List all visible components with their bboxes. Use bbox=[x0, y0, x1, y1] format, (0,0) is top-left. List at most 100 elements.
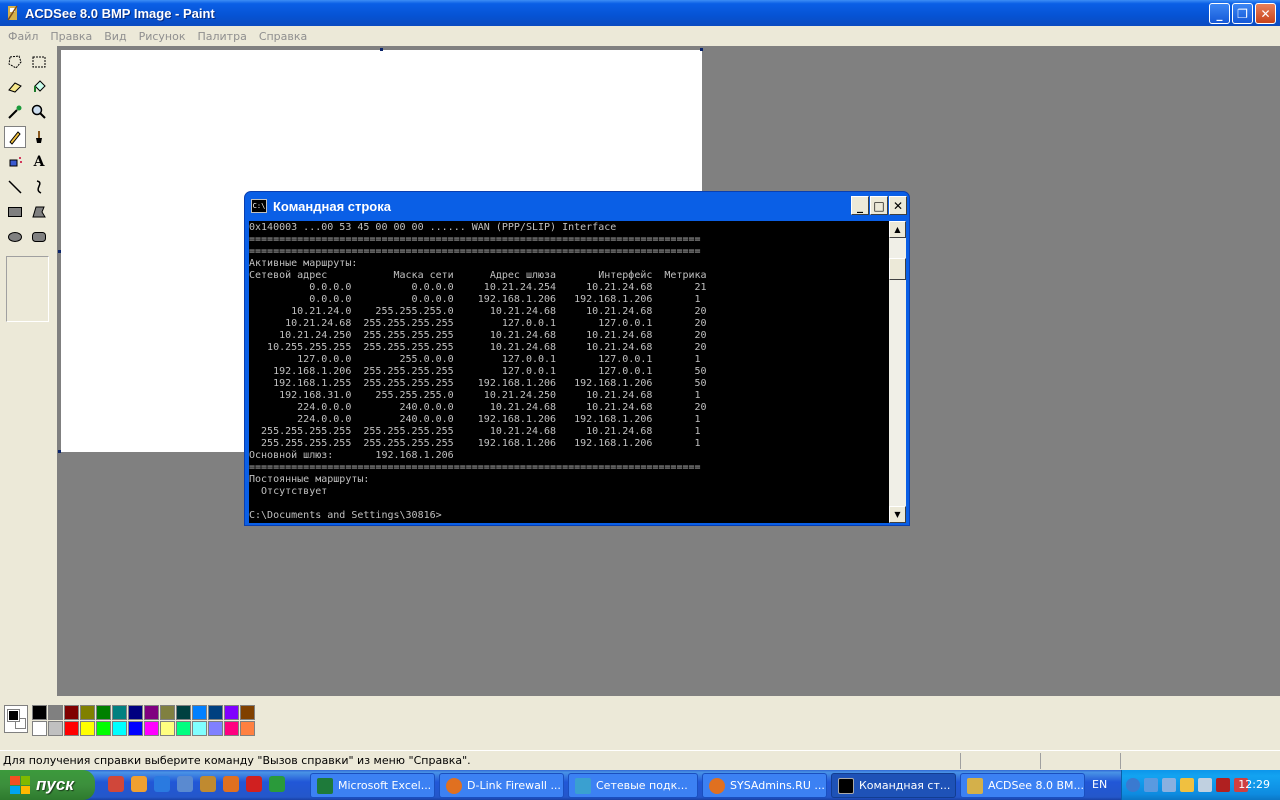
color-swatch[interactable] bbox=[176, 721, 191, 736]
console-output[interactable]: 0x140003 ...00 53 45 00 00 00 ...... WAN… bbox=[249, 221, 889, 523]
rectangle-tool[interactable] bbox=[4, 201, 26, 223]
menu-file[interactable]: Файл bbox=[2, 30, 44, 43]
menu-image[interactable]: Рисунок bbox=[133, 30, 192, 43]
color-swatch[interactable] bbox=[240, 705, 255, 720]
menu-edit[interactable]: Правка bbox=[44, 30, 98, 43]
quicklaunch-ie-icon[interactable] bbox=[154, 776, 170, 792]
clock[interactable]: 12:29 bbox=[1238, 778, 1270, 791]
color-swatch[interactable] bbox=[64, 705, 79, 720]
color-swatch[interactable] bbox=[64, 721, 79, 736]
cmd-close-button[interactable]: ✕ bbox=[889, 196, 907, 215]
quicklaunch-green-app-icon[interactable] bbox=[269, 776, 285, 792]
tray-en-icon[interactable] bbox=[1216, 778, 1230, 792]
line-tool[interactable] bbox=[4, 176, 26, 198]
tray-network-icon[interactable] bbox=[1144, 778, 1158, 792]
pencil-tool[interactable] bbox=[4, 126, 26, 148]
paint-title-bar[interactable]: ACDSee 8.0 BMP Image - Paint _ ❐ ✕ bbox=[0, 0, 1280, 26]
color-swatch[interactable] bbox=[112, 705, 127, 720]
ellipse-tool[interactable] bbox=[4, 226, 26, 248]
quicklaunch-clock-icon[interactable] bbox=[131, 776, 147, 792]
rect-select-tool[interactable] bbox=[28, 51, 50, 73]
quicklaunch-firefox-icon[interactable] bbox=[223, 776, 239, 792]
quicklaunch-app-icon[interactable] bbox=[108, 776, 124, 792]
color-swatch[interactable] bbox=[80, 721, 95, 736]
color-swatch[interactable] bbox=[112, 721, 127, 736]
quicklaunch-opera-icon[interactable] bbox=[246, 776, 262, 792]
color-swatch[interactable] bbox=[192, 705, 207, 720]
foreground-color[interactable] bbox=[7, 709, 20, 722]
console-scrollbar[interactable]: ▲ ▼ bbox=[889, 221, 906, 523]
fill-tool[interactable] bbox=[28, 76, 50, 98]
menu-help[interactable]: Справка bbox=[253, 30, 313, 43]
tray-network2-icon[interactable] bbox=[1162, 778, 1176, 792]
curve-tool[interactable] bbox=[28, 176, 50, 198]
color-swatch[interactable] bbox=[192, 721, 207, 736]
color-swatch[interactable] bbox=[128, 705, 143, 720]
rounded-rectangle-tool[interactable] bbox=[28, 226, 50, 248]
color-swatch[interactable] bbox=[32, 705, 47, 720]
color-swatch[interactable] bbox=[32, 721, 47, 736]
color-swatch[interactable] bbox=[224, 721, 239, 736]
quicklaunch-network-icon[interactable] bbox=[177, 776, 193, 792]
maximize-button[interactable]: ❐ bbox=[1232, 3, 1253, 24]
console-line: 127.0.0.0 255.0.0.0 127.0.0.1 127.0.0.1 … bbox=[297, 354, 701, 365]
color-swatch[interactable] bbox=[128, 721, 143, 736]
scroll-thumb[interactable] bbox=[889, 258, 906, 280]
color-swatch[interactable] bbox=[144, 705, 159, 720]
color-swatch[interactable] bbox=[208, 705, 223, 720]
minimize-button[interactable]: _ bbox=[1209, 3, 1230, 24]
scroll-down-button[interactable]: ▼ bbox=[889, 506, 906, 523]
color-swatch[interactable] bbox=[144, 721, 159, 736]
color-swatch[interactable] bbox=[160, 721, 175, 736]
quicklaunch-tool-icon[interactable] bbox=[200, 776, 216, 792]
color-picker-tool[interactable] bbox=[4, 101, 26, 123]
canvas-resize-handle-top[interactable] bbox=[380, 48, 383, 51]
cmd-maximize-button[interactable]: □ bbox=[870, 196, 888, 215]
close-icon: ✕ bbox=[892, 198, 904, 213]
cmd-minimize-button[interactable]: _ bbox=[851, 196, 869, 215]
task-dlink-firewall[interactable]: D-Link Firewall ... bbox=[439, 773, 564, 798]
color-swatch[interactable] bbox=[176, 705, 191, 720]
command-prompt-window[interactable]: C:\ Командная строка _ □ ✕ 0x140003 ...0… bbox=[244, 191, 910, 526]
canvas-resize-handle-bottom-left[interactable] bbox=[58, 450, 61, 453]
tool-options-box[interactable] bbox=[6, 256, 49, 322]
text-tool[interactable]: A bbox=[28, 151, 50, 173]
tray-monitor-icon[interactable] bbox=[1198, 778, 1212, 792]
task-sysadmins[interactable]: SYSAdmins.RU ... bbox=[702, 773, 827, 798]
menu-view[interactable]: Вид bbox=[98, 30, 132, 43]
language-indicator[interactable]: EN bbox=[1092, 778, 1107, 791]
airbrush-tool[interactable] bbox=[4, 151, 26, 173]
scroll-up-button[interactable]: ▲ bbox=[889, 221, 906, 238]
eraser-tool[interactable] bbox=[4, 76, 26, 98]
current-colors[interactable] bbox=[4, 705, 28, 733]
menu-palette[interactable]: Палитра bbox=[191, 30, 252, 43]
minimize-icon: _ bbox=[857, 198, 863, 213]
free-select-tool[interactable] bbox=[4, 51, 26, 73]
tray-clock-icon[interactable] bbox=[1180, 778, 1194, 792]
start-button[interactable]: пуск bbox=[0, 770, 95, 800]
color-swatch[interactable] bbox=[240, 721, 255, 736]
cmd-title-bar[interactable]: C:\ Командная строка bbox=[245, 192, 909, 220]
color-swatch[interactable] bbox=[208, 721, 223, 736]
color-box bbox=[0, 696, 1280, 750]
color-swatch[interactable] bbox=[80, 705, 95, 720]
task-excel[interactable]: Microsoft Excel... bbox=[310, 773, 435, 798]
magnifier-tool[interactable] bbox=[28, 101, 50, 123]
color-swatch[interactable] bbox=[96, 705, 111, 720]
console-line: 0.0.0.0 0.0.0.0 192.168.1.206 192.168.1.… bbox=[309, 294, 701, 305]
polygon-tool[interactable] bbox=[28, 201, 50, 223]
polygon-icon bbox=[32, 206, 46, 218]
task-paint[interactable]: ACDSee 8.0 BM... bbox=[960, 773, 1085, 798]
brush-tool[interactable] bbox=[28, 126, 50, 148]
color-swatch[interactable] bbox=[96, 721, 111, 736]
task-command-prompt[interactable]: Командная ст... bbox=[831, 773, 956, 798]
canvas-resize-handle-top-right[interactable] bbox=[700, 48, 703, 51]
canvas-resize-handle-left[interactable] bbox=[58, 250, 61, 253]
task-network-connections[interactable]: Сетевые подк... bbox=[568, 773, 698, 798]
color-swatch[interactable] bbox=[48, 705, 63, 720]
tray-arrow-icon[interactable] bbox=[1126, 778, 1140, 792]
color-swatch[interactable] bbox=[224, 705, 239, 720]
color-swatch[interactable] bbox=[160, 705, 175, 720]
close-button[interactable]: ✕ bbox=[1255, 3, 1276, 24]
color-swatch[interactable] bbox=[48, 721, 63, 736]
